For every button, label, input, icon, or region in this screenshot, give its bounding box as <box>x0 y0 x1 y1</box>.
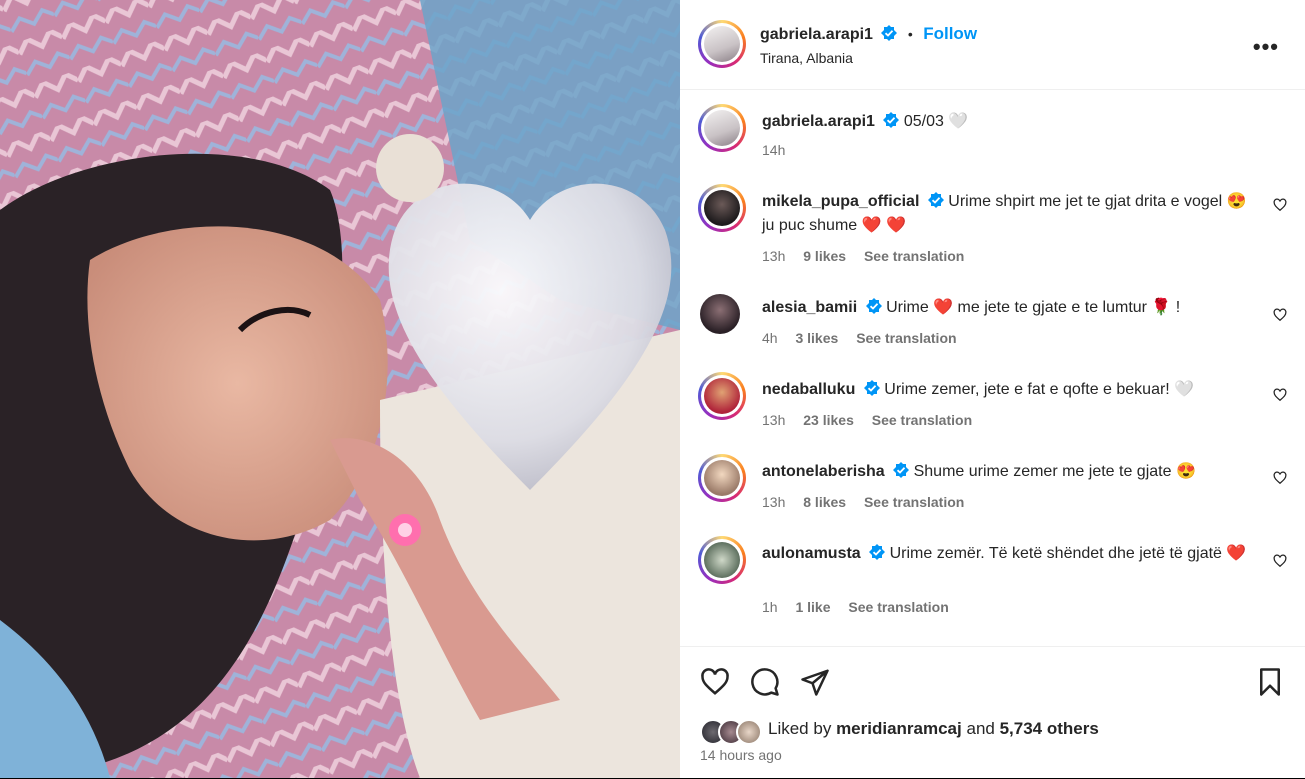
comment-text: mikela_pupa_official Urime shpirt me jet… <box>762 190 1262 238</box>
more-options-icon[interactable]: ••• <box>1253 34 1279 60</box>
liked-by-others[interactable]: 5,734 others <box>1000 719 1099 738</box>
comment-likes[interactable]: 3 likes <box>795 330 838 346</box>
verified-badge-icon <box>927 192 944 208</box>
comment-body: Urime ❤️ me jete te gjate e te lumtur 🌹 … <box>886 299 1181 316</box>
comment-like-heart-icon[interactable] <box>1273 308 1287 322</box>
caption-row: gabriela.arapi1 05/03 🤍 14h <box>680 102 1305 162</box>
comment-meta: 13h 9 likes See translation <box>762 248 978 264</box>
comment-avatar[interactable] <box>698 454 746 502</box>
comment-time: 13h <box>762 494 786 510</box>
heart-icon[interactable] <box>700 667 730 697</box>
comment-body: Shume urime zemer me jete te gjate 😍 <box>913 463 1196 480</box>
comment-text: nedaballuku Urime zemer, jete e fat e qo… <box>762 378 1262 402</box>
comment-row: antonelaberisha Shume urime zemer me jet… <box>680 454 1305 524</box>
comment-row: alesia_bamii Urime ❤️ me jete te gjate e… <box>680 292 1305 362</box>
comment-meta: 4h 3 likes See translation <box>762 330 971 346</box>
instagram-post-view: gabriela.arapi1 • Follow Tirana, Albania… <box>0 0 1305 778</box>
comment-time: 1h <box>762 599 778 615</box>
post-time[interactable]: 14 hours ago <box>700 747 782 763</box>
comment-likes[interactable]: 23 likes <box>803 412 854 428</box>
comment-meta: 1h 1 like See translation <box>762 599 963 615</box>
post-location[interactable]: Tirana, Albania <box>760 50 853 66</box>
post-actions-bar: Liked by meridianramcaj and 5,734 others… <box>680 646 1305 779</box>
caption-username[interactable]: gabriela.arapi1 <box>762 113 875 130</box>
comment-body: Urime zemër. Të ketë shëndet dhe jetë të… <box>889 545 1247 562</box>
liked-by-prefix: Liked by <box>768 719 832 738</box>
liker-avatar <box>736 719 762 745</box>
verified-badge-icon <box>893 462 910 478</box>
author-username[interactable]: gabriela.arapi1 <box>760 26 873 43</box>
comments-list[interactable]: gabriela.arapi1 05/03 🤍 14h mikela_pupa_… <box>680 90 1305 645</box>
comment-avatar[interactable] <box>698 184 746 232</box>
dot-separator: • <box>907 26 913 42</box>
verified-badge-icon <box>883 112 900 128</box>
comment-avatar[interactable] <box>700 294 740 334</box>
see-translation-link[interactable]: See translation <box>864 494 964 510</box>
comment-time: 13h <box>762 248 786 264</box>
comment-username[interactable]: nedaballuku <box>762 381 855 398</box>
comment-like-heart-icon[interactable] <box>1273 388 1287 402</box>
verified-badge-icon <box>869 544 886 560</box>
author-line: gabriela.arapi1 • Follow <box>760 24 977 44</box>
comment-text: aulonamusta Urime zemër. Të ketë shëndet… <box>762 542 1262 566</box>
comment-time: 4h <box>762 330 778 346</box>
share-icon[interactable] <box>800 667 830 697</box>
comment-like-heart-icon[interactable] <box>1273 471 1287 485</box>
see-translation-link[interactable]: See translation <box>872 412 972 428</box>
post-photo-illustration <box>0 0 680 778</box>
caption-body: 05/03 <box>903 113 944 130</box>
comment-like-heart-icon[interactable] <box>1273 198 1287 212</box>
comment-meta: 13h 8 likes See translation <box>762 494 978 510</box>
follow-button[interactable]: Follow <box>923 24 977 43</box>
comment-likes[interactable]: 9 likes <box>803 248 846 264</box>
verified-badge-icon <box>881 25 898 41</box>
post-header: gabriela.arapi1 • Follow Tirana, Albania… <box>680 0 1305 90</box>
comment-avatar[interactable] <box>698 536 746 584</box>
see-translation-link[interactable]: See translation <box>848 599 948 615</box>
see-translation-link[interactable]: See translation <box>864 248 964 264</box>
liked-by-user[interactable]: meridianramcaj <box>836 719 962 738</box>
comment-time: 13h <box>762 412 786 428</box>
post-side-panel: gabriela.arapi1 • Follow Tirana, Albania… <box>680 0 1305 778</box>
comment-text: alesia_bamii Urime ❤️ me jete te gjate e… <box>762 296 1262 320</box>
author-avatar[interactable] <box>698 20 746 68</box>
comment-text: antonelaberisha Shume urime zemer me jet… <box>762 460 1262 484</box>
see-translation-link[interactable]: See translation <box>856 330 956 346</box>
comment-likes[interactable]: 8 likes <box>803 494 846 510</box>
caption-avatar[interactable] <box>698 104 746 152</box>
white-heart-emoji: 🤍 <box>943 113 969 130</box>
comment-username[interactable]: mikela_pupa_official <box>762 193 919 210</box>
comment-body: Urime zemer, jete e fat e qofte e bekuar… <box>884 381 1195 398</box>
verified-badge-icon <box>863 380 880 396</box>
comment-row: aulonamusta Urime zemër. Të ketë shëndet… <box>680 536 1305 626</box>
comment-icon[interactable] <box>750 667 780 697</box>
comment-row: mikela_pupa_official Urime shpirt me jet… <box>680 184 1305 274</box>
comment-avatar[interactable] <box>698 372 746 420</box>
comment-row: nedaballuku Urime zemer, jete e fat e qo… <box>680 372 1305 442</box>
comment-meta: 13h 23 likes See translation <box>762 412 986 428</box>
comment-like-heart-icon[interactable] <box>1273 554 1287 568</box>
comment-likes[interactable]: 1 like <box>795 599 830 615</box>
save-icon[interactable] <box>1255 667 1285 697</box>
post-image[interactable] <box>0 0 680 778</box>
liked-by-line: Liked by meridianramcaj and 5,734 others <box>768 719 1099 739</box>
comment-username[interactable]: antonelaberisha <box>762 463 885 480</box>
comment-username[interactable]: alesia_bamii <box>762 299 857 316</box>
verified-badge-icon <box>865 298 882 314</box>
liked-by-and: and <box>966 719 995 738</box>
comment-username[interactable]: aulonamusta <box>762 545 861 562</box>
caption-time: 14h <box>762 142 786 158</box>
caption-text: gabriela.arapi1 05/03 🤍 <box>762 110 1262 134</box>
